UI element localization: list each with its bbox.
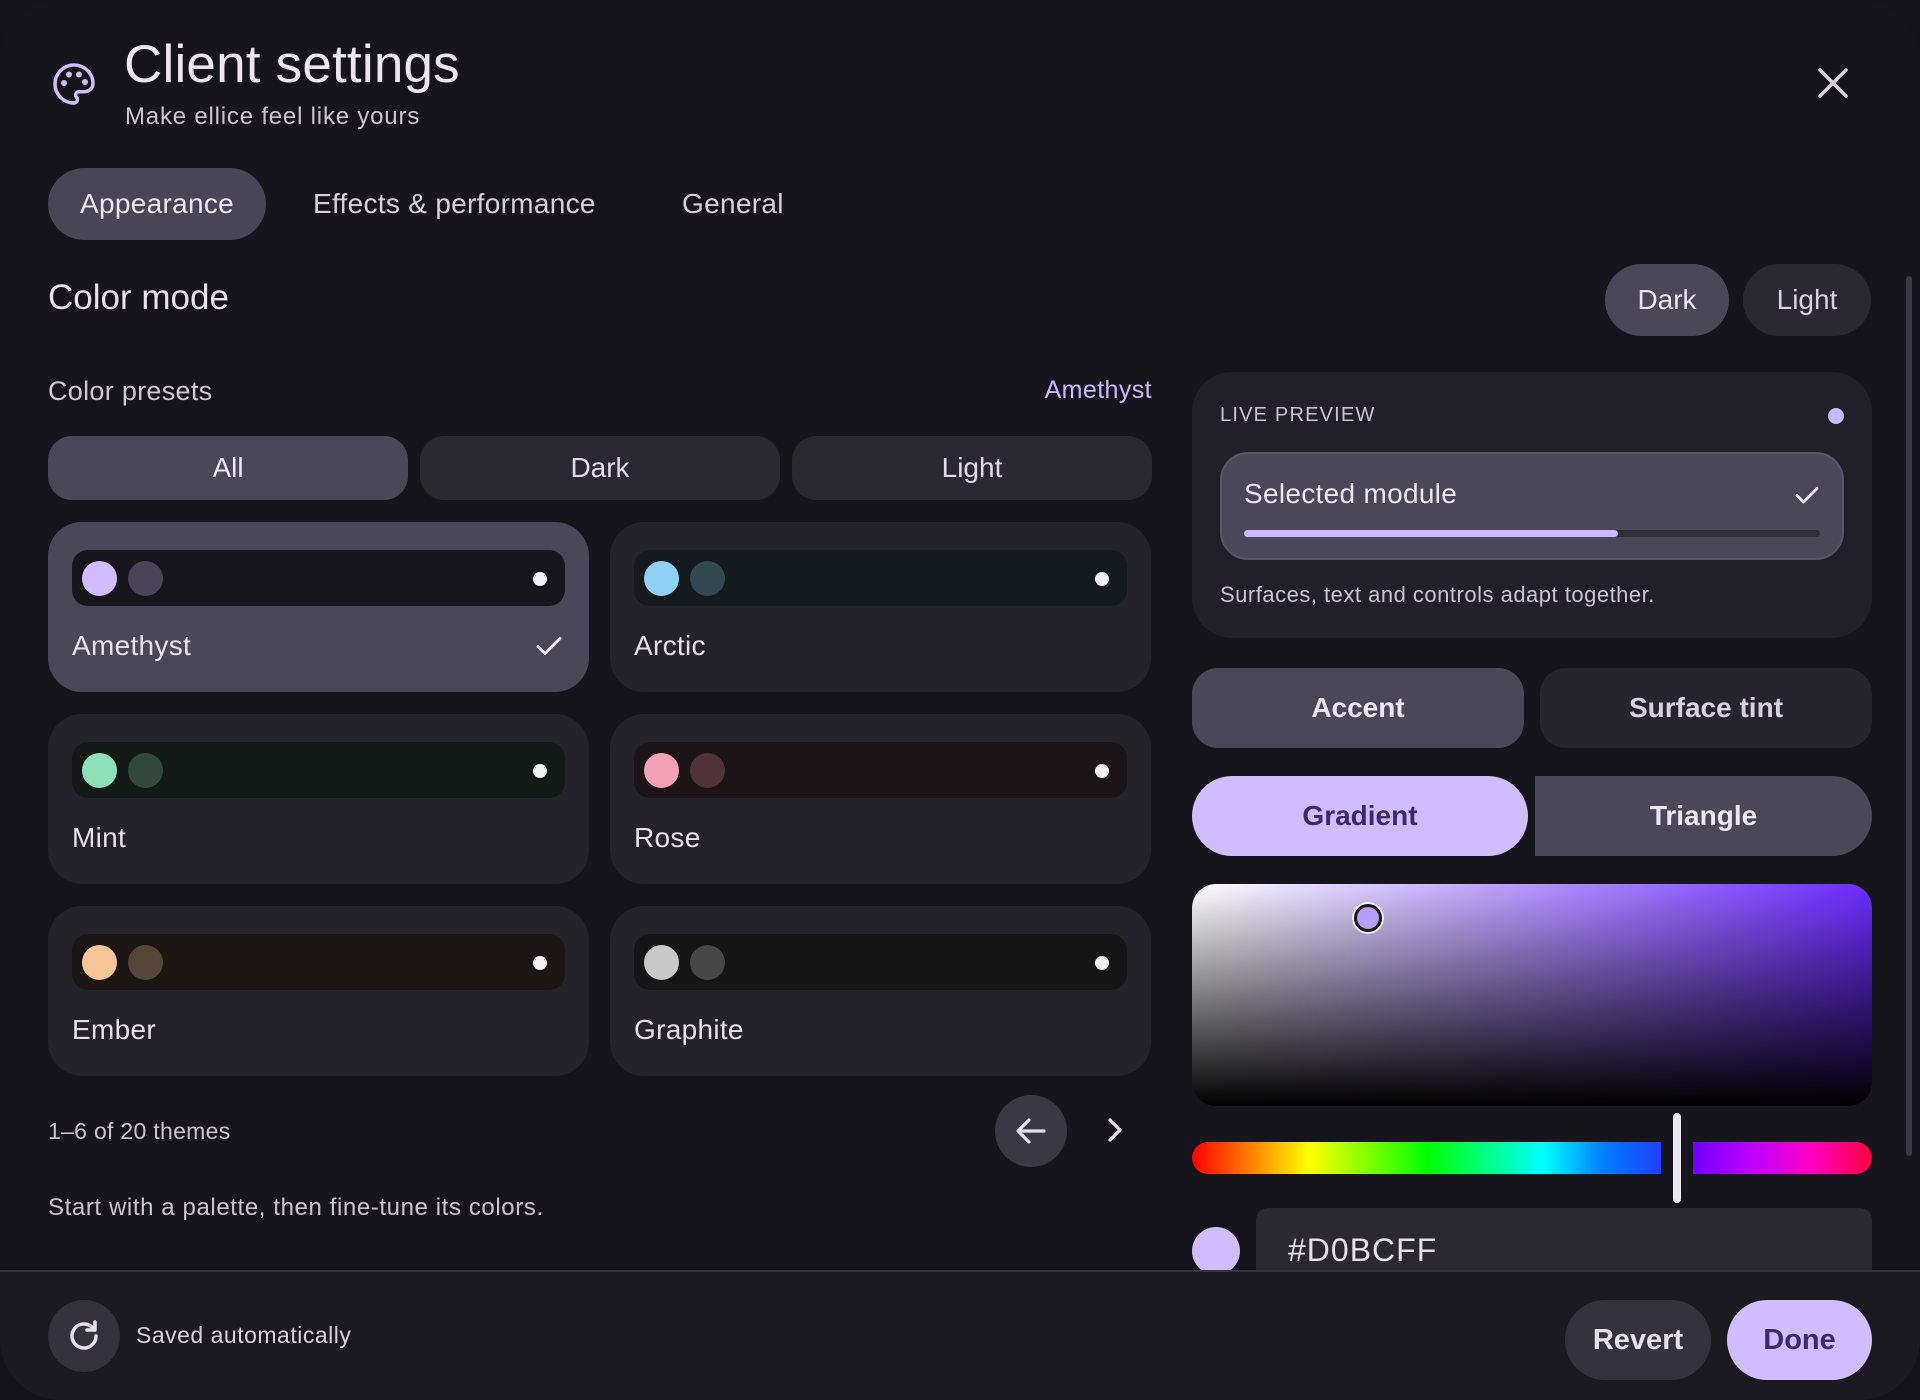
primary-color-dot (644, 752, 679, 788)
live-indicator-dot (1828, 408, 1844, 424)
theme-swatch-bar (72, 934, 565, 990)
preview-description: Surfaces, text and controls adapt togeth… (1220, 582, 1655, 607)
theme-swatch-bar (72, 742, 565, 798)
check-icon (536, 637, 562, 655)
pager-count: 1–6 of 20 themes (48, 1118, 231, 1144)
theme-card-amethyst[interactable]: Amethyst (48, 522, 589, 692)
settings-dialog: Client settings Make ellice feel like yo… (0, 0, 1920, 1400)
sync-status-button[interactable] (48, 1300, 120, 1372)
primary-color-dot (644, 560, 679, 596)
secondary-color-dot (128, 560, 163, 596)
theme-name: Ember (72, 1014, 156, 1045)
primary-color-dot (82, 944, 117, 980)
preview-progress-fill (1244, 530, 1619, 537)
theme-card-mint[interactable]: Mint (48, 714, 589, 884)
swatch-indicator-dot (1095, 764, 1109, 778)
saturation-value-area[interactable] (1192, 884, 1872, 1106)
target-surface-tint-button[interactable]: Surface tint (1540, 668, 1872, 748)
chevron-right-icon (1108, 1118, 1122, 1142)
theme-card-arctic[interactable]: Arctic (610, 522, 1151, 692)
tab-appearance[interactable]: Appearance (48, 168, 267, 240)
done-button[interactable]: Done (1727, 1300, 1872, 1380)
preview-module: Selected module (1220, 452, 1844, 560)
secondary-color-dot (690, 752, 725, 788)
theme-swatch-bar (634, 550, 1127, 606)
preview-progress-track (1244, 530, 1820, 537)
previous-page-button[interactable] (995, 1095, 1067, 1167)
theme-name: Arctic (634, 630, 706, 661)
theme-card-ember[interactable]: Ember (48, 906, 589, 1076)
dialog-subtitle: Make ellice feel like yours (125, 103, 421, 130)
theme-name: Mint (72, 822, 127, 853)
theme-name: Graphite (634, 1014, 744, 1045)
theme-card-rose[interactable]: Rose (610, 714, 1151, 884)
theme-swatch-bar (72, 550, 565, 606)
check-icon (1795, 487, 1819, 504)
live-preview-card: LIVE PREVIEW Selected module Surfaces, t… (1192, 372, 1872, 638)
color-mode-title: Color mode (48, 278, 229, 317)
current-preset-name: Amethyst (1044, 376, 1152, 404)
saved-status-text: Saved automatically (136, 1322, 352, 1348)
arrow-left-icon (1016, 1118, 1046, 1144)
current-color-swatch (1192, 1227, 1240, 1275)
picker-gradient-button[interactable]: Gradient (1192, 776, 1528, 856)
tab-effects-performance[interactable]: Effects & performance (281, 168, 628, 240)
close-button[interactable] (1808, 58, 1858, 108)
theme-swatch-bar (634, 742, 1127, 798)
refresh-icon (70, 1320, 98, 1350)
mode-dark-button[interactable]: Dark (1605, 264, 1729, 336)
primary-color-dot (644, 944, 679, 980)
secondary-color-dot (128, 944, 163, 980)
secondary-color-dot (690, 944, 725, 980)
hex-input[interactable] (1288, 1232, 1788, 1269)
swatch-indicator-dot (533, 572, 547, 586)
revert-button[interactable]: Revert (1565, 1300, 1711, 1380)
palette-icon (50, 60, 98, 108)
secondary-color-dot (128, 752, 163, 788)
theme-card-graphite[interactable]: Graphite (610, 906, 1151, 1076)
preview-module-name: Selected module (1244, 478, 1458, 509)
color-picker-handle[interactable] (1354, 904, 1382, 932)
dialog-title: Client settings (124, 35, 460, 94)
filter-light[interactable]: Light (792, 436, 1152, 500)
live-preview-label: LIVE PREVIEW (1220, 404, 1376, 426)
primary-color-dot (82, 752, 117, 788)
theme-name: Rose (634, 822, 701, 853)
swatch-indicator-dot (533, 764, 547, 778)
mode-light-button[interactable]: Light (1743, 264, 1871, 336)
close-icon (1818, 68, 1848, 98)
hue-slider-track[interactable] (1192, 1142, 1661, 1174)
filter-all[interactable]: All (48, 436, 408, 500)
hue-slider-thumb[interactable] (1673, 1113, 1681, 1203)
color-presets-label: Color presets (48, 376, 213, 406)
footer-bar: Saved automatically Revert Done (0, 1270, 1920, 1400)
theme-name: Amethyst (72, 630, 192, 661)
presets-hint: Start with a palette, then fine-tune its… (48, 1194, 544, 1221)
tab-general[interactable]: General (650, 168, 816, 240)
scrollbar[interactable] (1906, 276, 1912, 1156)
swatch-indicator-dot (533, 956, 547, 970)
theme-swatch-bar (634, 934, 1127, 990)
hue-slider-track-end[interactable] (1693, 1142, 1872, 1174)
target-accent-button[interactable]: Accent (1192, 668, 1524, 748)
next-page-button[interactable] (1093, 1108, 1137, 1152)
swatch-indicator-dot (1095, 956, 1109, 970)
swatch-indicator-dot (1095, 572, 1109, 586)
picker-triangle-button[interactable]: Triangle (1535, 776, 1872, 856)
primary-color-dot (82, 560, 117, 596)
filter-dark[interactable]: Dark (420, 436, 780, 500)
secondary-color-dot (690, 560, 725, 596)
